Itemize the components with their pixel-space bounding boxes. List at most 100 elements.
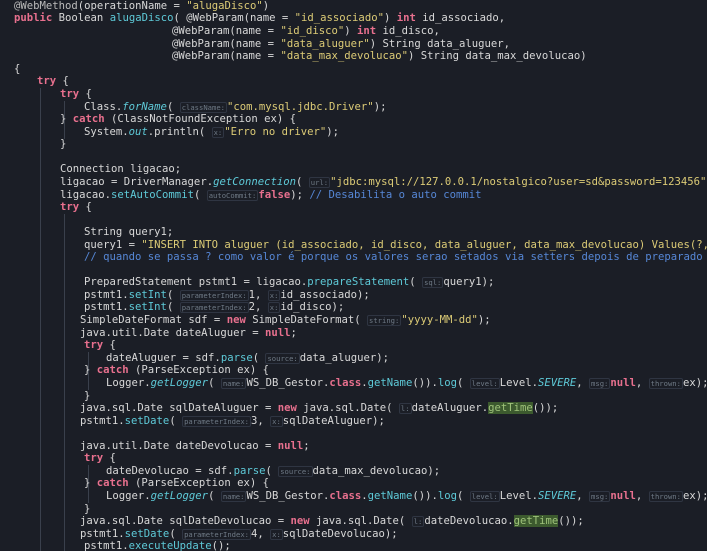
code-line[interactable]: try { — [84, 339, 116, 352]
parameter-hint: parameterIndex: — [179, 290, 249, 301]
code-token: id_disco, — [376, 25, 440, 37]
code-line[interactable]: query1 = "INSERT INTO aluguer (id_associ… — [84, 239, 707, 252]
code-token: java.sql.Date sqlDateAluguer = — [80, 402, 278, 414]
code-line[interactable]: @WebParam(name = "data_max_devolucao") S… — [172, 50, 587, 63]
code-token: 4, — [251, 528, 271, 540]
code-token: ex); — [682, 377, 707, 389]
code-line[interactable]: SimpleDateFormat sdf = new SimpleDateFor… — [80, 314, 491, 327]
code-editor[interactable]: @WebMethod(operationName = "alugaDisco")… — [0, 0, 707, 551]
code-line[interactable]: try { — [37, 75, 69, 88]
code-line[interactable]: try { — [60, 88, 92, 101]
code-line[interactable]: pstmt1.setDate( parameterIndex: 4, x: sqlD… — [80, 528, 398, 541]
code-token: PreparedStatement pstmt1 = ligacao. — [84, 276, 308, 288]
code-token: { — [14, 63, 21, 75]
code-token: (operationName = — [77, 0, 187, 12]
code-token: ()); — [532, 402, 559, 414]
code-token: class — [329, 377, 362, 389]
code-token: 1, — [248, 289, 268, 301]
code-token: null — [610, 377, 636, 389]
code-token: ) String data_aluguer, — [369, 38, 511, 50]
parameter-hint: parameterIndex: — [179, 302, 249, 313]
code-token: log — [437, 490, 457, 502]
code-token: ()). — [412, 377, 438, 389]
code-token: getTime — [513, 515, 559, 527]
code-token: // quando se passa ? como valor é porque… — [84, 251, 707, 263]
code-line[interactable]: Logger.getLogger( name: WS_DB_Gestor.clas… — [106, 377, 707, 390]
code-line[interactable]: Logger.getLogger( name: WS_DB_Gestor.clas… — [106, 490, 707, 503]
code-line[interactable]: } catch (ClassNotFoundException ex) { — [60, 113, 296, 126]
parameter-hint: url: — [308, 177, 331, 188]
code-line[interactable]: @WebParam(name = "id_disco") int id_disc… — [172, 25, 440, 38]
code-token: Class. — [84, 101, 123, 113]
code-token: dateAluguer. — [411, 402, 489, 414]
code-line[interactable]: } — [60, 138, 66, 151]
code-line[interactable]: java.sql.Date sqlDateDevolucao = new jav… — [80, 515, 584, 528]
code-token: class — [329, 490, 362, 502]
code-token: ) — [344, 25, 357, 37]
code-line[interactable]: System.out.println( x: "Erro no driver"); — [84, 126, 339, 139]
code-token: WS_DB_Gestor. — [246, 490, 330, 502]
code-line[interactable]: { — [14, 63, 20, 76]
code-token: new — [277, 402, 297, 414]
code-token: catch — [72, 113, 105, 125]
code-token: int — [356, 25, 377, 37]
code-token: id_disco); — [280, 301, 345, 313]
code-line[interactable]: } catch (ParseException ex) { — [84, 364, 269, 377]
code-token: forName — [122, 101, 167, 113]
code-token: setInt — [128, 301, 167, 313]
code-line[interactable]: ligacao = DriverManager.getConnection( u… — [60, 176, 707, 189]
code-line[interactable]: String query1; — [84, 226, 173, 239]
code-token: ) — [262, 0, 270, 12]
code-token: log — [437, 377, 457, 389]
code-line[interactable]: pstmt1.executeUpdate(); — [84, 540, 231, 551]
code-token: ( — [456, 490, 470, 502]
code-line[interactable]: @WebMethod(operationName = "alugaDisco") — [14, 0, 269, 13]
code-line[interactable]: @WebParam(name = "data_aluguer") String … — [172, 38, 510, 51]
code-token: data_max_devolucao); — [312, 465, 441, 477]
code-token: @WebParam(name = — [172, 38, 281, 50]
code-line[interactable]: java.util.Date dateAluguer = null; — [80, 327, 297, 340]
code-line[interactable]: public Boolean alugaDisco( @WebParam(nam… — [14, 12, 505, 25]
code-line[interactable]: java.util.Date dateDevolucao = null; — [80, 440, 310, 453]
code-token: id_associado, — [415, 12, 506, 24]
code-token: null — [264, 327, 291, 339]
code-token: // Desabilita o auto commit — [309, 189, 482, 201]
code-token: @WebMethod — [14, 0, 78, 12]
code-line[interactable]: Class.forName( className: "com.mysql.jdbc… — [84, 101, 386, 114]
code-token: null — [610, 490, 636, 502]
parameter-hint: x: — [267, 302, 281, 313]
code-line[interactable]: try { — [84, 452, 116, 465]
code-line[interactable]: } — [84, 390, 90, 403]
code-line[interactable]: // quando se passa ? como valor é porque… — [84, 251, 707, 264]
code-line[interactable]: PreparedStatement pstmt1 = ligacao.prepa… — [84, 276, 494, 289]
parameter-hint: parameterIndex: — [182, 416, 251, 427]
code-line[interactable]: try { — [60, 201, 92, 214]
code-token: "alugaDisco" — [186, 0, 263, 12]
code-token: java.sql.Date( — [296, 402, 399, 414]
code-line[interactable]: dateDevolucao = sdf.parse( source: data_m… — [106, 465, 440, 478]
code-token: ) — [383, 12, 397, 24]
code-token: (ParseException ex) { — [128, 364, 269, 376]
code-token: pstmt1. — [80, 415, 125, 427]
code-token: } — [84, 364, 97, 376]
code-line[interactable]: } catch (ParseException ex) { — [84, 477, 269, 490]
code-token: 2, — [248, 301, 268, 313]
code-line[interactable]: pstmt1.setDate( parameterIndex: 3, x: sqlD… — [80, 415, 385, 428]
parameter-hint: autoCommit: — [206, 190, 259, 201]
code-line[interactable]: } — [84, 503, 90, 516]
code-token: ); — [373, 101, 387, 113]
code-token: "id_disco" — [280, 25, 345, 37]
code-token: ( — [193, 189, 207, 201]
code-token: sqlDateAluguer); — [282, 415, 385, 427]
code-line[interactable]: Connection ligacao; — [60, 163, 181, 176]
code-token: try — [84, 452, 104, 464]
code-token: } — [84, 503, 91, 515]
code-token: java.sql.Date sqlDateDevolucao = — [80, 515, 291, 527]
code-token: prepareStatement — [307, 276, 410, 288]
code-line[interactable]: dateAluguer = sdf.parse( source: data_alu… — [106, 352, 389, 365]
code-token: ( — [208, 490, 221, 502]
code-line[interactable]: java.sql.Date sqlDateAluguer = new java.… — [80, 402, 558, 415]
code-line[interactable]: pstmt1.setInt( parameterIndex: 1, x: id_as… — [84, 289, 370, 302]
code-line[interactable]: pstmt1.setInt( parameterIndex: 2, x: id_di… — [84, 301, 344, 314]
code-line[interactable]: ligacao.setAutoCommit( autoCommit: false)… — [60, 189, 482, 202]
